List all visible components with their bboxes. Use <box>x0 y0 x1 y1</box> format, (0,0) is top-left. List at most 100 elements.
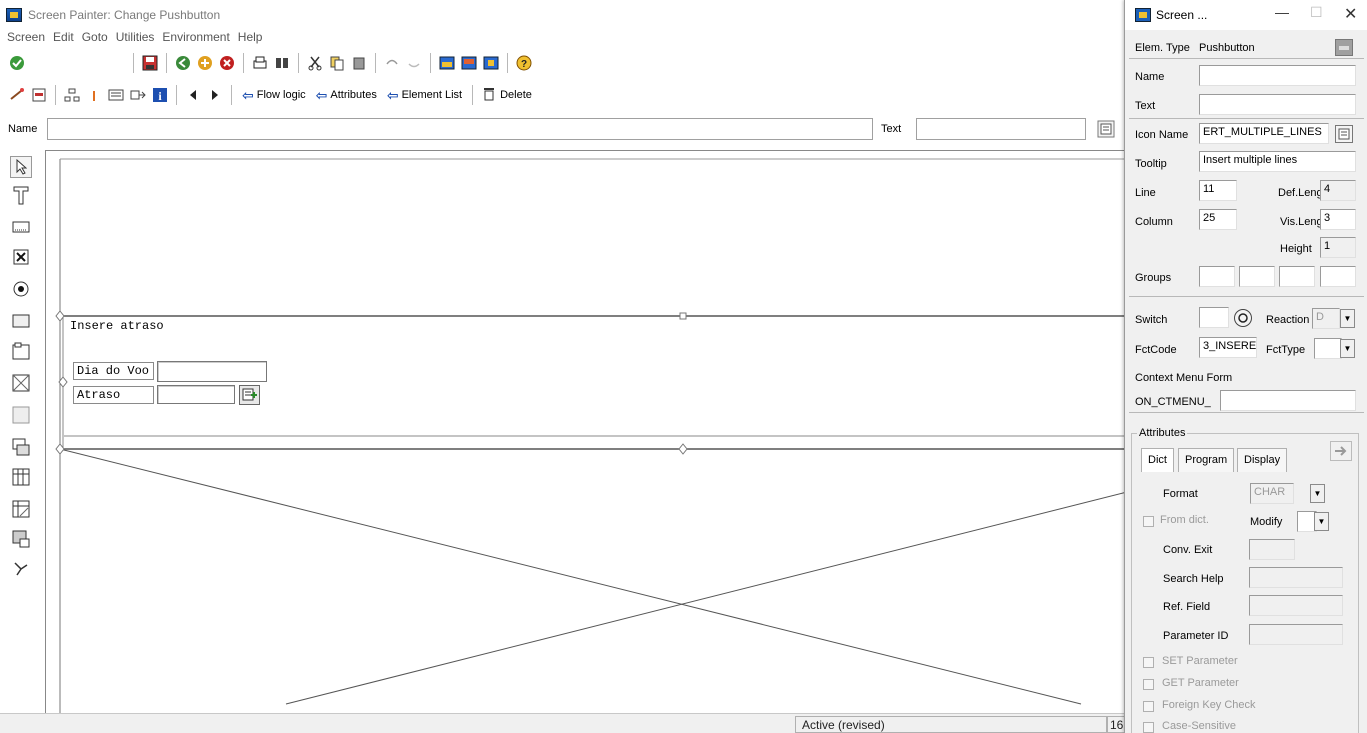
insert-multiple-lines-button[interactable] <box>239 385 260 408</box>
back-icon[interactable] <box>174 54 192 72</box>
command-field-icon[interactable] <box>108 54 126 72</box>
reaction-dropdown-icon[interactable]: ▼ <box>1340 309 1355 328</box>
tooltip-input[interactable]: Insert multiple lines <box>1199 151 1356 172</box>
pointer-icon[interactable] <box>10 156 32 178</box>
element-type-icon[interactable] <box>1335 39 1353 59</box>
group2-input[interactable] <box>1239 266 1275 287</box>
input-field-tool-icon[interactable] <box>10 216 32 238</box>
maximize-icon[interactable]: ☐ <box>1310 4 1323 21</box>
info-icon[interactable]: i <box>151 86 169 104</box>
text-field-tool-icon[interactable] <box>10 184 32 206</box>
fcttype-select[interactable] <box>1314 338 1342 359</box>
text-input[interactable] <box>916 118 1086 140</box>
tabstrip-tool-icon[interactable] <box>10 404 32 426</box>
attributes-button[interactable]: ⇦ Attributes <box>316 87 377 104</box>
fcttype-dropdown-icon[interactable]: ▼ <box>1340 339 1355 358</box>
wand-icon[interactable] <box>8 86 26 104</box>
window-icon[interactable] <box>460 54 478 72</box>
enter-icon[interactable] <box>8 54 26 72</box>
layout-icon[interactable] <box>438 54 456 72</box>
dropdown-tool-icon[interactable] <box>10 436 32 458</box>
dia-do-voo-label[interactable]: Dia do Voo <box>73 362 154 380</box>
vis-length-input[interactable]: 3 <box>1320 209 1356 230</box>
status-icon-tool-icon[interactable] <box>10 558 32 580</box>
ref-field-input[interactable] <box>1249 595 1343 616</box>
close-icon[interactable]: ✕ <box>1344 4 1357 24</box>
atraso-input[interactable] <box>157 385 235 404</box>
delete-button[interactable]: Delete <box>483 87 532 104</box>
foreign-key-checkbox[interactable] <box>1143 701 1154 712</box>
radio-button-tool-icon[interactable] <box>10 278 32 300</box>
tab-dict[interactable]: Dict <box>1141 448 1174 472</box>
tab-program[interactable]: Program <box>1178 448 1235 472</box>
frame-tool-icon[interactable] <box>10 340 32 362</box>
redo-icon[interactable] <box>405 54 423 72</box>
menu-goto[interactable]: Goto <box>78 30 112 44</box>
print-icon[interactable] <box>251 54 269 72</box>
tab-display[interactable]: Display <box>1237 448 1288 472</box>
find-icon[interactable] <box>273 54 291 72</box>
group4-input[interactable] <box>1320 266 1356 287</box>
hierarchy-icon[interactable] <box>63 86 81 104</box>
minimize-icon[interactable]: — <box>1275 4 1289 20</box>
from-dict-checkbox[interactable] <box>1143 516 1154 527</box>
arrow-right-icon[interactable] <box>1330 441 1352 464</box>
switch-settings-icon[interactable] <box>1233 308 1253 331</box>
next-icon[interactable] <box>206 86 224 104</box>
subscreen-tool-icon[interactable] <box>10 372 32 394</box>
custom-control-tool-icon[interactable] <box>10 528 32 550</box>
parameter-id-input[interactable] <box>1249 624 1343 645</box>
copy-icon[interactable] <box>328 54 346 72</box>
pin-icon[interactable] <box>85 86 103 104</box>
table-wizard-tool-icon[interactable] <box>10 498 32 520</box>
icon-name-input[interactable]: ERT_MULTIPLE_LINES <box>1199 123 1329 144</box>
checkbox-tool-icon[interactable] <box>10 246 32 268</box>
group1-input[interactable] <box>1199 266 1235 287</box>
modify-dropdown-icon[interactable]: ▼ <box>1314 512 1329 531</box>
element-name-input[interactable] <box>1199 65 1356 86</box>
text-lookup-icon[interactable] <box>1097 120 1115 141</box>
table-control-tool-icon[interactable] <box>10 466 32 488</box>
cancel-icon[interactable] <box>218 54 236 72</box>
frame-title[interactable]: Insere atraso <box>68 319 166 333</box>
icon-lookup-icon[interactable] <box>1335 125 1353 146</box>
line-input[interactable]: 11 <box>1199 180 1237 201</box>
pushbutton-tool-icon[interactable] <box>10 310 32 332</box>
fctcode-input[interactable]: 3_INSERE <box>1199 337 1257 358</box>
screen-icon[interactable] <box>482 54 500 72</box>
menu-screen[interactable]: Screen <box>0 30 49 44</box>
exit-icon[interactable] <box>196 54 214 72</box>
element-list-button[interactable]: ⇦ Element List <box>387 87 462 104</box>
switch-input[interactable] <box>1199 307 1229 328</box>
layout-editor-icon[interactable] <box>30 86 48 104</box>
case-sensitive-checkbox[interactable] <box>1143 722 1154 733</box>
save-icon[interactable] <box>141 54 159 72</box>
search-help-input[interactable] <box>1249 567 1343 588</box>
previous-icon[interactable] <box>184 86 202 104</box>
menu-help[interactable]: Help <box>234 30 267 44</box>
context-menu-input[interactable] <box>1220 390 1356 411</box>
flow-logic-button[interactable]: ⇦ Flow logic <box>242 87 306 104</box>
layout-canvas[interactable]: Insere atraso Dia do Voo Atraso <box>45 150 1131 714</box>
display-object-icon[interactable] <box>107 86 125 104</box>
element-text-input[interactable] <box>1199 94 1356 115</box>
format-select[interactable]: CHAR <box>1250 483 1294 504</box>
reaction-select[interactable]: D <box>1312 308 1340 329</box>
format-dropdown-icon[interactable]: ▼ <box>1310 484 1325 503</box>
menu-environment[interactable]: Environment <box>158 30 233 44</box>
cut-icon[interactable] <box>306 54 324 72</box>
column-input[interactable]: 25 <box>1199 209 1237 230</box>
help-icon[interactable]: ? <box>515 54 533 72</box>
name-input[interactable] <box>47 118 873 140</box>
paste-icon[interactable] <box>350 54 368 72</box>
atraso-label[interactable]: Atraso <box>73 386 154 404</box>
menu-utilities[interactable]: Utilities <box>112 30 159 44</box>
get-parameter-checkbox[interactable] <box>1143 679 1154 690</box>
conv-exit-input[interactable] <box>1249 539 1295 560</box>
where-used-icon[interactable] <box>129 86 147 104</box>
menu-edit[interactable]: Edit <box>49 30 78 44</box>
dia-do-voo-input[interactable] <box>157 361 267 382</box>
group3-input[interactable] <box>1279 266 1315 287</box>
undo-icon[interactable] <box>383 54 401 72</box>
set-parameter-checkbox[interactable] <box>1143 657 1154 668</box>
